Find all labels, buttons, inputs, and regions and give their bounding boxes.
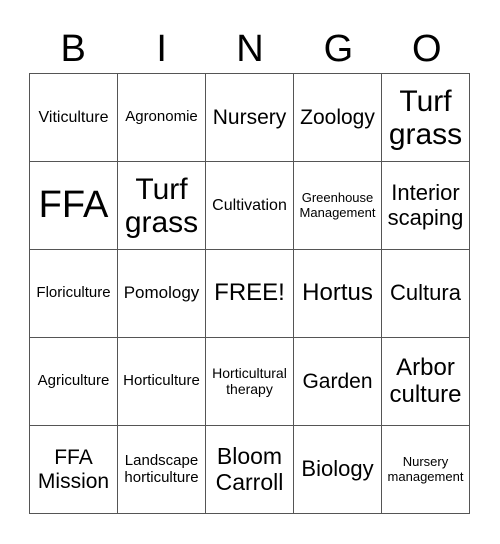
bingo-cell[interactable]: Interior scaping — [381, 161, 470, 250]
header-letter-o: O — [412, 28, 442, 70]
bingo-cell[interactable]: Pomology — [117, 249, 206, 338]
bingo-cell[interactable]: Garden — [293, 337, 382, 426]
header-letter-g: G — [323, 28, 354, 70]
bingo-cell[interactable]: Hortus — [293, 249, 382, 338]
bingo-board: Viticulture Agronomie Nursery Zoology Tu… — [29, 73, 470, 514]
bingo-cell[interactable]: Horticultural therapy — [205, 337, 294, 426]
bingo-cell[interactable]: Floriculture — [29, 249, 118, 338]
header-letter-i: I — [156, 28, 167, 70]
bingo-cell[interactable]: Biology — [293, 425, 382, 514]
bingo-header: B I N G O — [29, 26, 471, 72]
bingo-cell[interactable]: Greenhouse Management — [293, 161, 382, 250]
bingo-cell[interactable]: Landscape horticulture — [117, 425, 206, 514]
bingo-cell[interactable]: Nursery — [205, 73, 294, 162]
header-letter-n: N — [236, 28, 264, 70]
header-letter-b: B — [60, 28, 86, 70]
bingo-cell[interactable]: Turf grass — [381, 73, 470, 162]
bingo-cell[interactable]: Arbor culture — [381, 337, 470, 426]
bingo-cell[interactable]: Cultivation — [205, 161, 294, 250]
bingo-cell[interactable]: Bloom Carroll — [205, 425, 294, 514]
bingo-cell[interactable]: Viticulture — [29, 73, 118, 162]
bingo-cell[interactable]: Cultura — [381, 249, 470, 338]
board-row: FFA Turf grass Cultivation Greenhouse Ma… — [29, 161, 470, 250]
bingo-cell[interactable]: Turf grass — [117, 161, 206, 250]
bingo-cell[interactable]: Agriculture — [29, 337, 118, 426]
board-row: Floriculture Pomology FREE! Hortus Cultu… — [29, 249, 470, 338]
free-space-cell[interactable]: FREE! — [205, 249, 294, 338]
bingo-cell[interactable]: Zoology — [293, 73, 382, 162]
bingo-cell[interactable]: Horticulture — [117, 337, 206, 426]
bingo-cell[interactable]: FFA Mission — [29, 425, 118, 514]
board-row: FFA Mission Landscape horticulture Bloom… — [29, 425, 470, 514]
board-row: Viticulture Agronomie Nursery Zoology Tu… — [29, 73, 470, 162]
bingo-cell[interactable]: Nursery management — [381, 425, 470, 514]
bingo-cell[interactable]: FFA — [29, 161, 118, 250]
bingo-cell[interactable]: Agronomie — [117, 73, 206, 162]
board-row: Agriculture Horticulture Horticultural t… — [29, 337, 470, 426]
